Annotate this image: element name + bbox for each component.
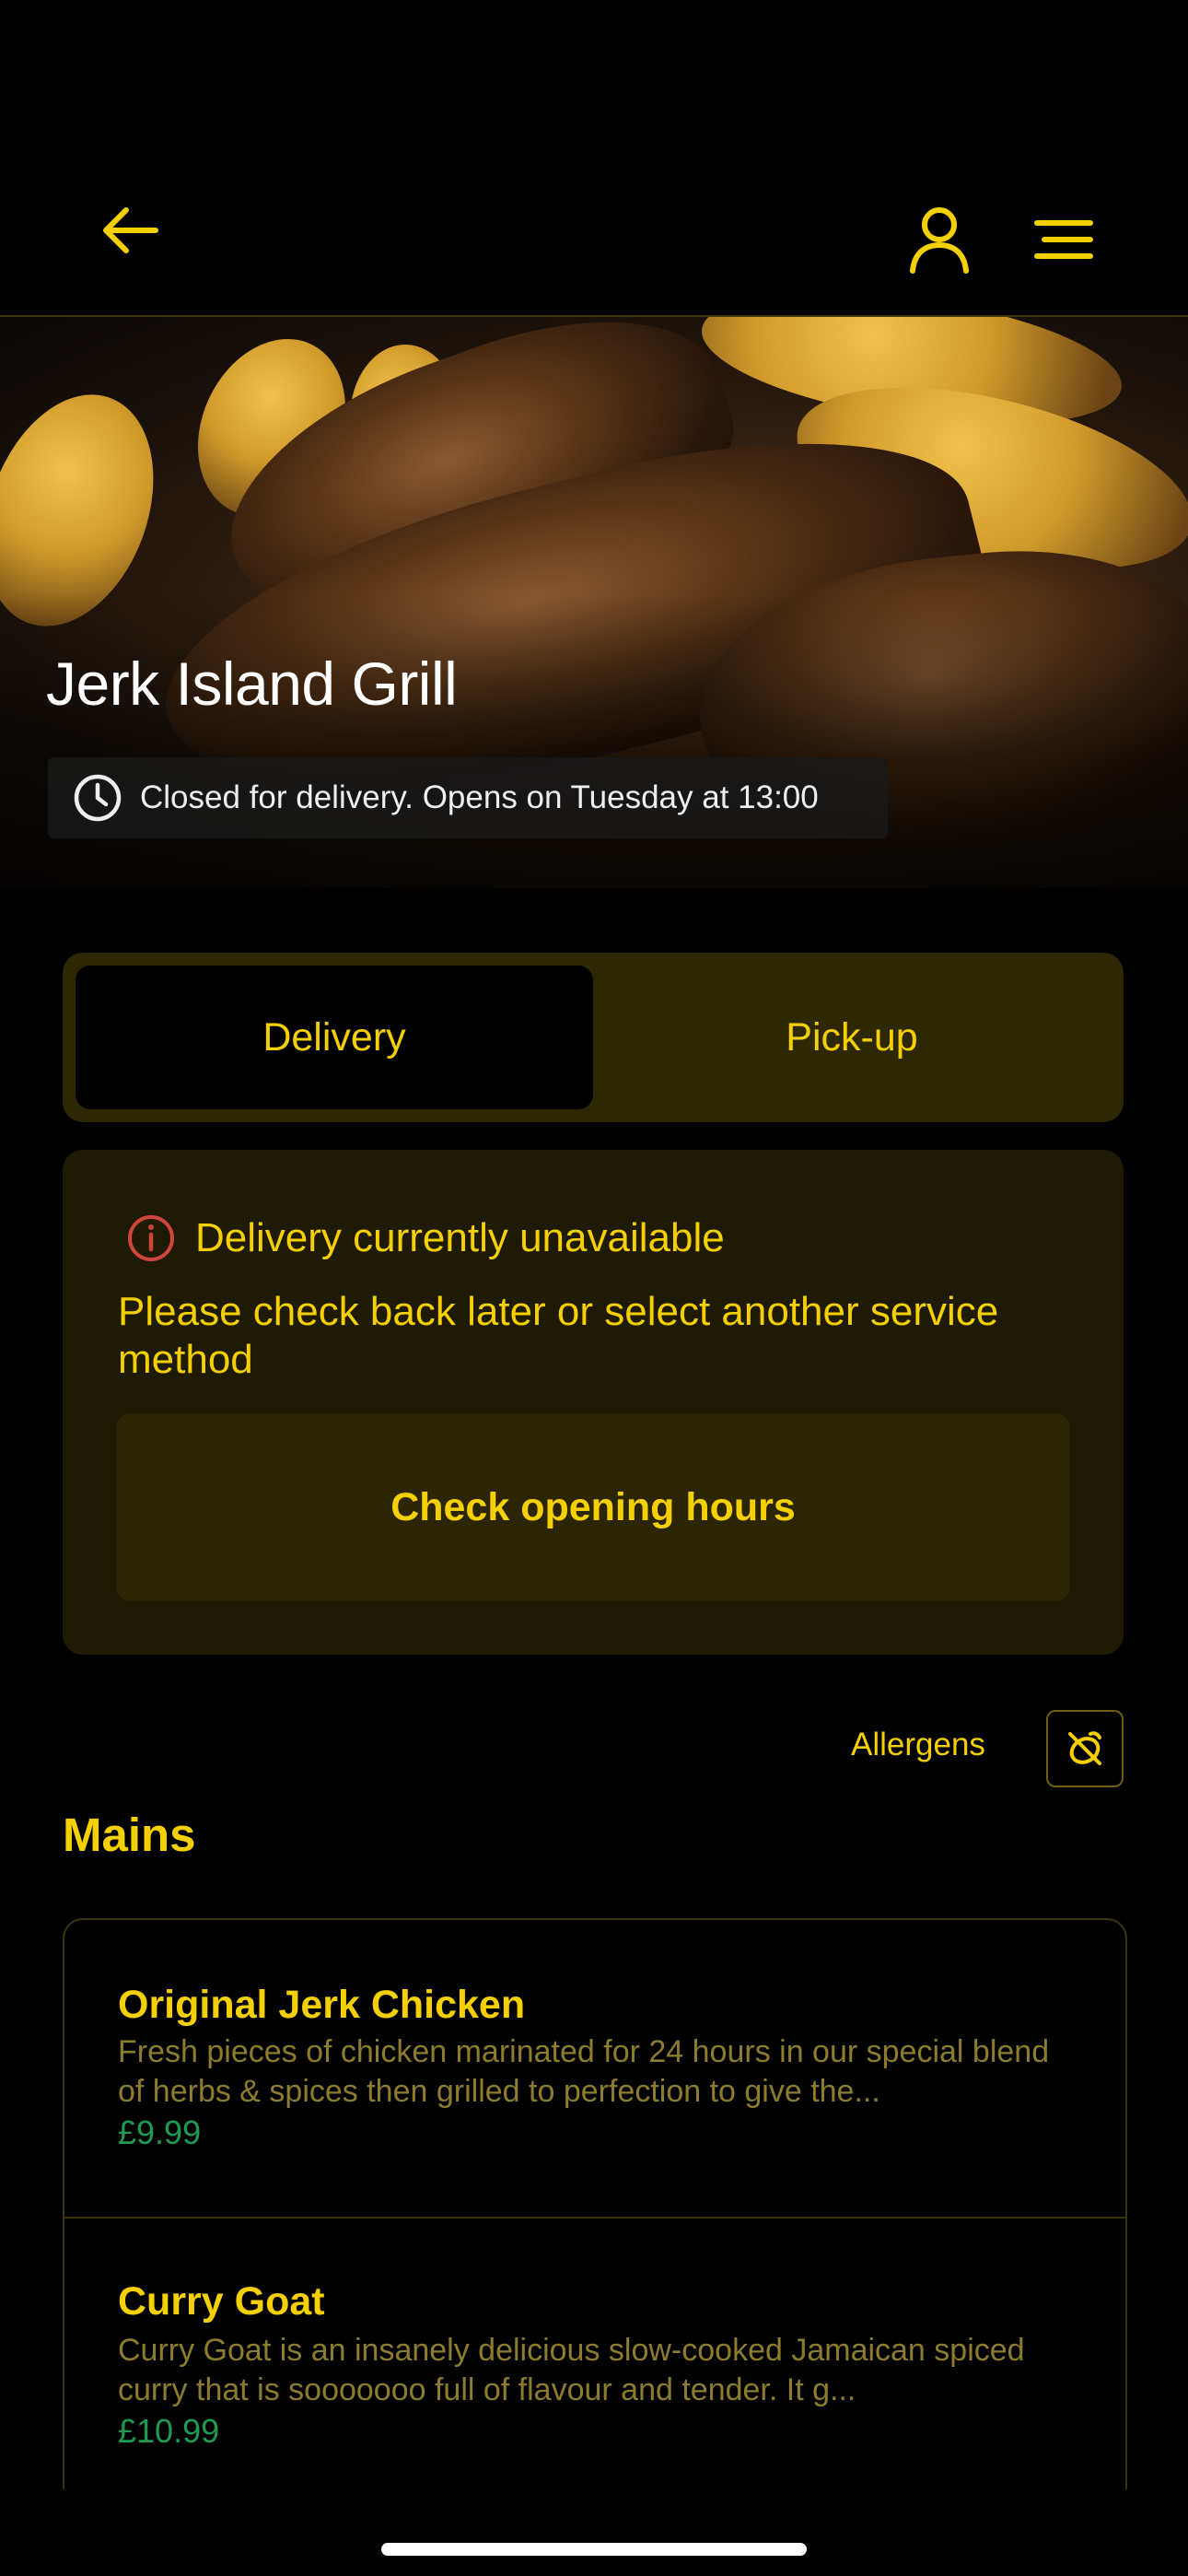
status-badge: Closed for delivery. Opens on Tuesday at…	[48, 757, 888, 838]
tab-pick-up[interactable]: Pick-up	[593, 966, 1111, 1109]
menu-button[interactable]	[1022, 203, 1105, 276]
notice-message: Please check back later or select anothe…	[118, 1289, 999, 1382]
allergens-button[interactable]	[1046, 1710, 1124, 1787]
menu-item-name: Curry Goat	[118, 2279, 325, 2324]
arrow-left-icon	[103, 207, 158, 253]
back-button[interactable]	[88, 193, 171, 267]
status-text: Closed for delivery. Opens on Tuesday at…	[140, 779, 819, 815]
menu-item-list: Original Jerk Chicken Fresh pieces of ch…	[63, 1918, 1127, 2489]
notice-title: Delivery currently unavailable	[195, 1215, 725, 1260]
allergens-label[interactable]: Allergens	[851, 1727, 985, 1763]
top-navigation-bar	[0, 0, 1188, 317]
menu-item[interactable]: Original Jerk Chicken Fresh pieces of ch…	[64, 1920, 1125, 2217]
menu-item-name: Original Jerk Chicken	[118, 1983, 526, 2027]
profile-button[interactable]	[898, 198, 981, 281]
restaurant-name: Jerk Island Grill	[46, 650, 458, 718]
menu-item-description: Curry Goat is an insanely delicious slow…	[118, 2333, 1025, 2407]
menu-icon	[1034, 220, 1093, 259]
section-title-mains: Mains	[63, 1809, 196, 1861]
menu-item-price: £10.99	[118, 2412, 220, 2450]
tab-delivery[interactable]: Delivery	[76, 966, 593, 1109]
menu-item-price: £9.99	[118, 2113, 202, 2151]
menu-item-description: Fresh pieces of chicken marinated for 24…	[118, 2034, 1050, 2109]
delivery-unavailable-notice: Delivery currently unavailable Please ch…	[63, 1150, 1124, 1655]
check-opening-hours-button[interactable]: Check opening hours	[116, 1413, 1070, 1601]
clock-icon	[74, 774, 122, 822]
notice-header: Delivery currently unavailable	[125, 1212, 725, 1264]
no-allergen-icon	[1068, 1731, 1101, 1765]
restaurant-hero: Jerk Island Grill Closed for delivery. O…	[0, 317, 1188, 888]
info-icon	[128, 1215, 174, 1261]
user-icon	[910, 207, 969, 274]
home-indicator[interactable]	[381, 2543, 807, 2556]
menu-item[interactable]: Curry Goat Curry Goat is an insanely del…	[64, 2217, 1125, 2489]
service-toggle: Delivery Pick-up	[63, 953, 1124, 1122]
